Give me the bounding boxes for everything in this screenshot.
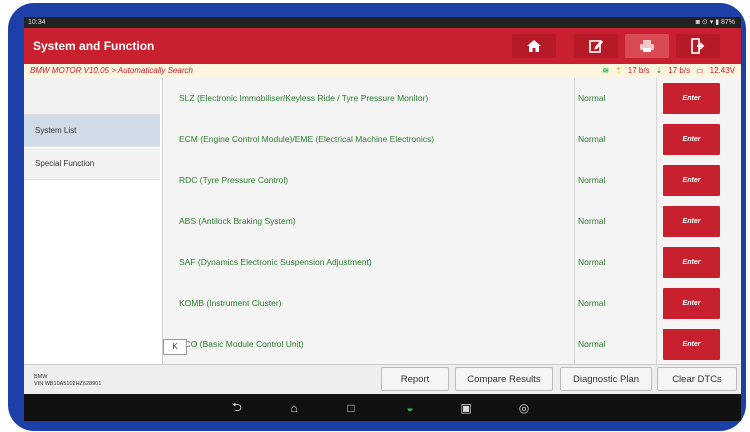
column-divider bbox=[574, 324, 575, 365]
column-divider bbox=[574, 283, 575, 324]
upload-arrow-icon: ⇡ bbox=[615, 66, 622, 75]
system-status: Normal bbox=[578, 339, 606, 349]
download-arrow-icon: ⇣ bbox=[655, 66, 663, 75]
column-divider bbox=[656, 283, 657, 324]
table-row: BCO (Basic Module Control Unit) Normal E… bbox=[164, 324, 741, 365]
back-icon[interactable]: ⮌ bbox=[229, 400, 245, 416]
compare-results-button[interactable]: Compare Results bbox=[455, 367, 553, 391]
print-icon bbox=[640, 40, 654, 52]
column-divider bbox=[656, 242, 657, 283]
table-row: KOMB (Instrument Cluster) Normal Enter bbox=[164, 283, 741, 325]
column-divider bbox=[656, 201, 657, 242]
tablet-screen: 10:34 ◙ ⊙ ▾ ▮ 87% System and Function BM… bbox=[24, 17, 741, 421]
column-divider bbox=[656, 78, 657, 119]
sidebar-item-blank bbox=[24, 78, 160, 115]
gallery-icon[interactable]: ▣ bbox=[458, 400, 474, 416]
column-divider bbox=[574, 78, 575, 119]
table-row: ABS (Antilock Braking System) Normal Ent… bbox=[164, 201, 741, 243]
enter-button[interactable]: Enter bbox=[663, 288, 720, 319]
vehicle-make: BMW bbox=[34, 374, 48, 380]
system-status: Normal bbox=[578, 93, 606, 103]
system-status: Normal bbox=[578, 216, 606, 226]
home-icon bbox=[527, 40, 541, 52]
device-bezel: 10:34 ◙ ⊙ ▾ ▮ 87% System and Function BM… bbox=[0, 0, 750, 432]
exit-button[interactable] bbox=[676, 34, 720, 58]
connection-stats: ≋ ⇡ 17 b/s ⇣ 17 b/s ▭ 12.43V bbox=[602, 64, 735, 78]
vehicle-vin: VIN WB10A5102HZ628901 bbox=[34, 381, 102, 387]
table-row: RDC (Tyre Pressure Control) Normal Enter bbox=[164, 160, 741, 202]
system-status: Normal bbox=[578, 175, 606, 185]
edit-button[interactable] bbox=[574, 34, 618, 58]
android-nav-bar: ⮌ ⌂ □ ◒ ▣ ◎ bbox=[24, 394, 741, 421]
column-divider bbox=[656, 119, 657, 160]
system-status: Normal bbox=[578, 298, 606, 308]
system-name: RDC (Tyre Pressure Control) bbox=[179, 175, 289, 185]
home-nav-icon[interactable]: ⌂ bbox=[286, 400, 302, 416]
upload-rate: 17 b/s bbox=[627, 66, 650, 75]
wifi-icon: ≋ bbox=[602, 66, 610, 75]
collapse-sidebar-button[interactable]: K bbox=[163, 339, 187, 355]
system-list: SLZ (Electronic Immobiliser/Keyless Ride… bbox=[164, 78, 741, 365]
column-divider bbox=[574, 201, 575, 242]
diagnostic-plan-button[interactable]: Diagnostic Plan bbox=[560, 367, 652, 391]
table-row: SAF (Dynamics Electronic Suspension Adju… bbox=[164, 242, 741, 284]
system-status: Normal bbox=[578, 134, 606, 144]
status-time: 10:34 bbox=[28, 19, 46, 26]
voltage-value: 12.43V bbox=[709, 66, 735, 75]
clear-dtcs-button[interactable]: Clear DTCs bbox=[657, 367, 737, 391]
breadcrumb: BMW MOTOR V10.05 > Automatically Search bbox=[30, 66, 193, 75]
report-button[interactable]: Report bbox=[381, 367, 449, 391]
column-divider bbox=[574, 242, 575, 283]
title-bar: System and Function bbox=[24, 28, 741, 64]
print-button[interactable] bbox=[625, 34, 669, 58]
system-name: ABS (Antilock Braking System) bbox=[179, 216, 296, 226]
column-divider bbox=[656, 160, 657, 201]
system-name: KOMB (Instrument Cluster) bbox=[179, 298, 282, 308]
car-icon[interactable]: ◒ bbox=[402, 400, 418, 416]
recents-icon[interactable]: □ bbox=[343, 400, 359, 416]
table-row: ECM (Engine Control Module)/EME (Electri… bbox=[164, 119, 741, 161]
system-name: SLZ (Electronic Immobiliser/Keyless Ride… bbox=[179, 93, 429, 103]
column-divider bbox=[574, 160, 575, 201]
download-rate: 17 b/s bbox=[668, 66, 691, 75]
enter-button[interactable]: Enter bbox=[663, 165, 720, 196]
exit-icon bbox=[691, 38, 705, 54]
status-indicators: ◙ ⊙ ▾ ▮ 87% bbox=[695, 19, 735, 26]
system-name: ECM (Engine Control Module)/EME (Electri… bbox=[179, 134, 435, 144]
vehicle-info: BMW VIN WB10A5102HZ628901 bbox=[34, 374, 101, 388]
enter-button[interactable]: Enter bbox=[663, 329, 720, 360]
sidebar-item-system-list[interactable]: System List bbox=[24, 115, 160, 147]
enter-button[interactable]: Enter bbox=[663, 206, 720, 237]
system-status: Normal bbox=[578, 257, 606, 267]
android-status-bar: 10:34 ◙ ⊙ ▾ ▮ 87% bbox=[24, 17, 741, 28]
page-title: System and Function bbox=[33, 39, 155, 53]
system-name: SAF (Dynamics Electronic Suspension Adju… bbox=[179, 257, 372, 267]
sidebar: System List Special Function bbox=[24, 78, 163, 364]
system-name: BCO (Basic Module Control Unit) bbox=[179, 339, 304, 349]
battery-icon: ▭ bbox=[696, 66, 704, 75]
column-divider bbox=[656, 324, 657, 365]
enter-button[interactable]: Enter bbox=[663, 83, 720, 114]
assistant-icon[interactable]: ◎ bbox=[516, 400, 532, 416]
bottom-toolbar: BMW VIN WB10A5102HZ628901 Report Compare… bbox=[24, 364, 741, 395]
table-row: SLZ (Electronic Immobiliser/Keyless Ride… bbox=[164, 78, 741, 120]
home-button[interactable] bbox=[512, 34, 556, 58]
sidebar-item-special-function[interactable]: Special Function bbox=[24, 148, 160, 180]
edit-icon bbox=[589, 40, 603, 53]
info-bar: BMW MOTOR V10.05 > Automatically Search … bbox=[24, 64, 741, 78]
column-divider bbox=[574, 119, 575, 160]
enter-button[interactable]: Enter bbox=[663, 124, 720, 155]
enter-button[interactable]: Enter bbox=[663, 247, 720, 278]
